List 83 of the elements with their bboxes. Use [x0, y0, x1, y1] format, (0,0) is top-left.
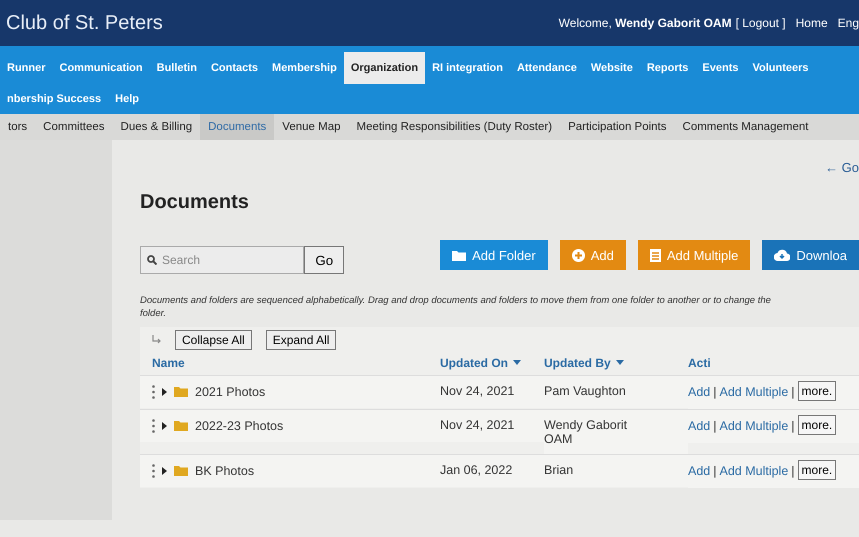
header-link[interactable]: Eng — [838, 16, 859, 30]
separator-text: | — [791, 464, 795, 478]
folder-name[interactable]: BK Photos — [195, 464, 254, 478]
nav-tab[interactable]: Runner — [0, 52, 52, 84]
column-header[interactable]: Updated By — [544, 356, 624, 370]
action-link[interactable]: Add Multiple — [720, 385, 788, 400]
welcome-text: Welcome, Wendy Gaborit OAM — [558, 16, 732, 30]
date-text: Nov 24, 2021 — [440, 384, 514, 398]
nav-tab[interactable]: Events — [695, 52, 746, 84]
separator-text: | — [713, 385, 716, 400]
date-text: Nov 24, 2021 — [440, 418, 514, 432]
header-link[interactable]: Home — [796, 16, 828, 30]
nav-tab[interactable]: nbership Success — [0, 88, 108, 110]
search-icon — [147, 255, 157, 265]
folder-icon — [174, 420, 188, 431]
expand-caret-icon[interactable] — [162, 388, 167, 396]
return-arrow-icon — [152, 335, 161, 344]
action-link[interactable]: Add — [688, 419, 710, 434]
nav-tab[interactable]: Organization — [344, 52, 426, 84]
action-link[interactable]: Add — [688, 385, 710, 400]
more-button[interactable]: more. — [798, 380, 836, 401]
nav-tab[interactable]: Bulletin — [150, 52, 204, 84]
user-name: Brian — [544, 462, 574, 477]
download-button[interactable]: Downloa — [762, 240, 859, 270]
folder-icon — [174, 386, 188, 397]
sort-caret-icon — [513, 360, 521, 366]
column-header: Acti — [688, 356, 711, 370]
nav-tab[interactable]: Membership — [265, 52, 344, 84]
user-name: Pam Vaughton — [544, 384, 627, 398]
subnav-tab[interactable]: Dues & Billing — [112, 114, 200, 140]
drag-handle-icon[interactable] — [152, 384, 155, 399]
expand-caret-icon[interactable] — [162, 422, 167, 430]
drag-handle-icon[interactable] — [152, 418, 155, 433]
back-link[interactable]: ← Go — [825, 160, 859, 175]
column-header: Name — [152, 356, 185, 370]
action-link[interactable]: Add Multiple — [720, 464, 788, 478]
nav-tab[interactable]: Communication — [52, 52, 150, 84]
more-button[interactable]: more. — [798, 460, 836, 480]
subnav-tab[interactable]: Documents — [200, 114, 274, 140]
cloud-download-icon — [774, 249, 790, 261]
folder-icon — [174, 466, 188, 476]
action-link[interactable]: Add — [688, 464, 710, 478]
nav-tab[interactable]: RI integration — [425, 52, 510, 84]
folder-name[interactable]: 2022-23 Photos — [195, 418, 284, 433]
nav-tab[interactable]: Help — [108, 88, 146, 110]
subnav-tab[interactable]: Comments Management — [674, 114, 816, 140]
multiple-button[interactable]: Add Multiple — [638, 240, 750, 270]
document-icon — [650, 248, 661, 262]
nav-tab[interactable]: Contacts — [204, 52, 266, 84]
plus-circle-icon — [572, 248, 585, 262]
folder-button[interactable]: Add Folder — [440, 240, 548, 270]
subnav-tab[interactable]: tors — [0, 114, 36, 140]
separator-text: | — [791, 385, 795, 400]
sort-caret-icon — [616, 360, 624, 366]
separator-text: | — [713, 464, 716, 478]
folder-icon — [452, 250, 466, 260]
search-field[interactable]: Search — [140, 246, 304, 274]
folder-name[interactable]: 2021 Photos — [195, 384, 266, 399]
page-title: Documents — [140, 191, 250, 214]
add-button[interactable]: Add — [560, 240, 626, 270]
subnav-tab[interactable]: Meeting Responsibilities (Duty Roster) — [348, 114, 560, 140]
expand-caret-icon[interactable] — [162, 466, 167, 475]
nav-tab[interactable]: Reports — [640, 52, 696, 84]
nav-tab[interactable]: Volunteers — [745, 52, 816, 84]
subnav-tab[interactable]: Participation Points — [560, 114, 675, 140]
collapse-button[interactable]: Collapse All — [175, 330, 252, 350]
action-link[interactable]: Add Multiple — [720, 419, 788, 434]
nav-tab[interactable]: Website — [584, 52, 640, 84]
club-name: Club of St. Peters — [6, 12, 163, 34]
nav-tab[interactable]: Attendance — [510, 52, 584, 84]
go-button[interactable]: Go — [304, 246, 344, 274]
instructions-text: Documents and folders are sequenced alphabetically. Drag and drop documents and folders to move them from one folder to another or to change the folder. — [140, 294, 772, 321]
date-text: Jan 06, 2022 — [440, 462, 512, 477]
separator-text: | — [791, 419, 795, 434]
subnav-tab[interactable]: Venue Map — [274, 114, 348, 140]
separator-text: | — [713, 419, 716, 434]
subnav-tab[interactable]: Committees — [35, 114, 113, 140]
drag-handle-icon[interactable] — [152, 464, 155, 478]
more-button[interactable]: more. — [798, 414, 836, 435]
logout-link[interactable]: [ Logout ] — [736, 16, 786, 30]
expand-button[interactable]: Expand All — [266, 330, 336, 350]
column-header[interactable]: Updated On — [440, 356, 521, 370]
user-name: Wendy Gaborit OAM — [544, 418, 628, 446]
